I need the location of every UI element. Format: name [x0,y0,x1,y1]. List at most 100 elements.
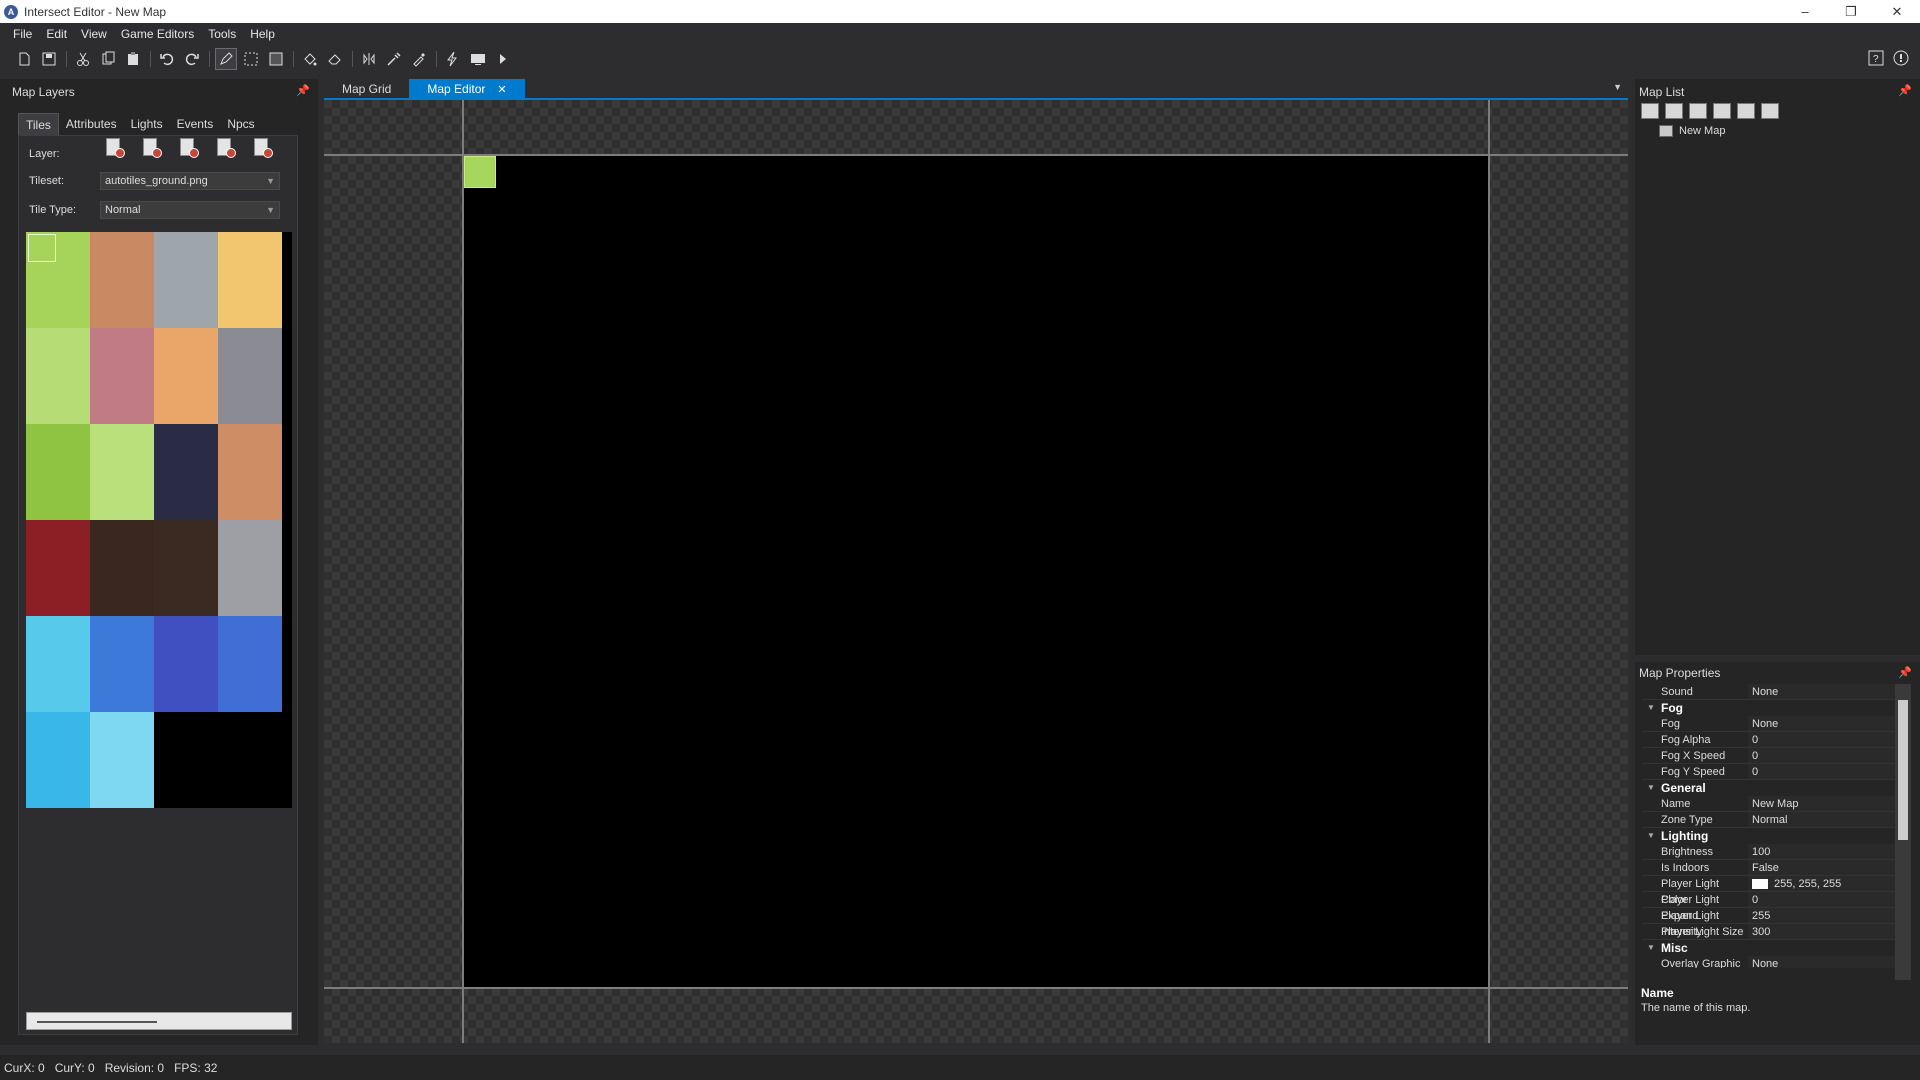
tile-waves[interactable] [26,712,90,808]
rectangle-tool-icon[interactable] [266,49,286,69]
tile-brick[interactable] [218,328,282,424]
property-category[interactable]: ▼ General [1643,780,1901,796]
property-row[interactable]: Fog Y Speed 0 [1643,764,1901,780]
redo-icon[interactable] [182,49,202,69]
tile-water-hole[interactable] [218,616,282,712]
tile-deep-water[interactable] [90,616,154,712]
property-row[interactable]: Fog X Speed 0 [1643,748,1901,764]
tile-dark-soil[interactable] [90,520,154,616]
new-map-icon[interactable] [14,49,34,69]
property-row[interactable]: Is Indoors False [1643,860,1901,876]
erase-tool-icon[interactable] [325,49,345,69]
tab-tiles[interactable]: Tiles [18,113,59,135]
tileset-horizontal-scrollbar[interactable] [26,1012,292,1030]
tile-orange-sand[interactable] [154,328,218,424]
map-canvas[interactable] [464,156,1488,987]
property-grid[interactable]: Sound None ▼ Fog Fog None Fog Alpha 0 Fog X … [1643,684,1901,968]
cut-icon[interactable] [73,49,93,69]
tab-map-editor[interactable]: Map Editor ✕ [409,79,525,99]
copy-icon[interactable] [98,49,118,69]
scrollbar-thumb[interactable] [37,1021,157,1023]
property-row[interactable]: Player Light Expand 0 [1643,892,1901,922]
layer-button-fringe[interactable] [215,136,237,160]
undo-icon[interactable] [157,49,177,69]
save-icon[interactable] [39,49,59,69]
menu-file[interactable]: File [6,27,39,41]
lightning-icon[interactable] [443,49,463,69]
tileset-select[interactable]: autotiles_ground.png ▼ [100,172,280,190]
paste-icon[interactable] [123,49,143,69]
tile-clay[interactable] [218,424,282,520]
properties-vertical-scrollbar[interactable] [1895,684,1911,980]
tab-map-grid[interactable]: Map Grid [324,79,409,99]
layer-button-mask[interactable] [141,136,163,160]
layer-button-ground[interactable] [104,136,126,160]
tile-pink-dirt[interactable] [90,328,154,424]
menu-tools[interactable]: Tools [201,27,243,41]
screenshot-icon[interactable] [468,49,488,69]
tab-events[interactable]: Events [170,113,221,135]
tile-water[interactable] [26,616,90,712]
fill-tool-icon[interactable] [300,49,320,69]
property-row[interactable]: Overlay Graphic None [1643,956,1901,968]
property-row[interactable]: Name New Map [1643,796,1901,812]
new-map-icon[interactable] [1665,103,1683,119]
property-row[interactable]: Player Light Size 300 [1643,924,1901,940]
tile-gravel[interactable] [154,232,218,328]
tile-dirt[interactable] [90,232,154,328]
map-list-item[interactable]: New Map [1659,125,1725,137]
pen-tool-icon[interactable] [215,47,237,70]
property-category[interactable]: ▼ Misc [1643,940,1901,956]
tile-bush[interactable] [26,424,90,520]
delete-icon[interactable] [1761,103,1779,119]
tile-lava-rock[interactable] [26,520,90,616]
eyedropper-icon[interactable] [384,49,404,69]
pin-icon[interactable]: 📌 [1898,84,1912,97]
tile-grass-edge[interactable] [90,424,154,520]
tile-flowers[interactable] [26,328,90,424]
minimize-button[interactable]: – [1782,0,1828,23]
menu-view[interactable]: View [74,27,114,41]
property-row[interactable]: Fog Alpha 0 [1643,732,1901,748]
layer-button-fringe2[interactable] [252,136,274,160]
tileset-picker[interactable] [26,232,292,808]
pin-icon[interactable]: 📌 [1898,666,1912,679]
property-row[interactable]: Player Light Intensity 255 [1643,908,1901,938]
close-icon[interactable]: ✕ [497,84,506,96]
tile-sand[interactable] [218,232,282,328]
property-row[interactable]: Player Light Color 255, 255, 255 [1643,876,1901,906]
menu-game-editors[interactable]: Game Editors [114,27,201,41]
alphabetical-icon[interactable] [1641,103,1659,119]
rename-icon[interactable] [1737,103,1755,119]
new-folder-icon[interactable] [1689,103,1707,119]
tile-ice[interactable] [90,712,154,808]
tile-water-rocks[interactable] [154,616,218,712]
menu-edit[interactable]: Edit [39,27,74,41]
selection-tool-icon[interactable] [241,49,261,69]
tab-attributes[interactable]: Attributes [59,113,124,135]
play-icon[interactable] [493,49,513,69]
property-row[interactable]: Fog None [1643,716,1901,732]
dropper-icon[interactable] [409,49,429,69]
folder-icon[interactable] [1713,103,1731,119]
tile-cobble[interactable] [218,520,282,616]
property-row[interactable]: Zone Type Normal [1643,812,1901,828]
help-icon[interactable]: ? [1866,48,1886,68]
tab-npcs[interactable]: Npcs [220,113,261,135]
tile-hole[interactable] [154,424,218,520]
tile-type-select[interactable]: Normal ▼ [100,201,280,219]
close-button[interactable]: ✕ [1874,0,1920,23]
tab-overflow-icon[interactable]: ▼ [1613,82,1622,92]
map-editor-view[interactable] [324,100,1628,1043]
pin-icon[interactable]: 📌 [296,84,310,97]
tab-lights[interactable]: Lights [124,113,170,135]
property-row[interactable]: Sound None [1643,684,1901,700]
flip-icon[interactable] [359,49,379,69]
about-icon[interactable] [1891,48,1911,68]
layer-button-mask2[interactable] [178,136,200,160]
tile-dark-soil-2[interactable] [154,520,218,616]
menu-help[interactable]: Help [243,27,282,41]
property-row[interactable]: Brightness 100 [1643,844,1901,860]
property-category[interactable]: ▼ Lighting [1643,828,1901,844]
scrollbar-thumb[interactable] [1898,700,1908,840]
